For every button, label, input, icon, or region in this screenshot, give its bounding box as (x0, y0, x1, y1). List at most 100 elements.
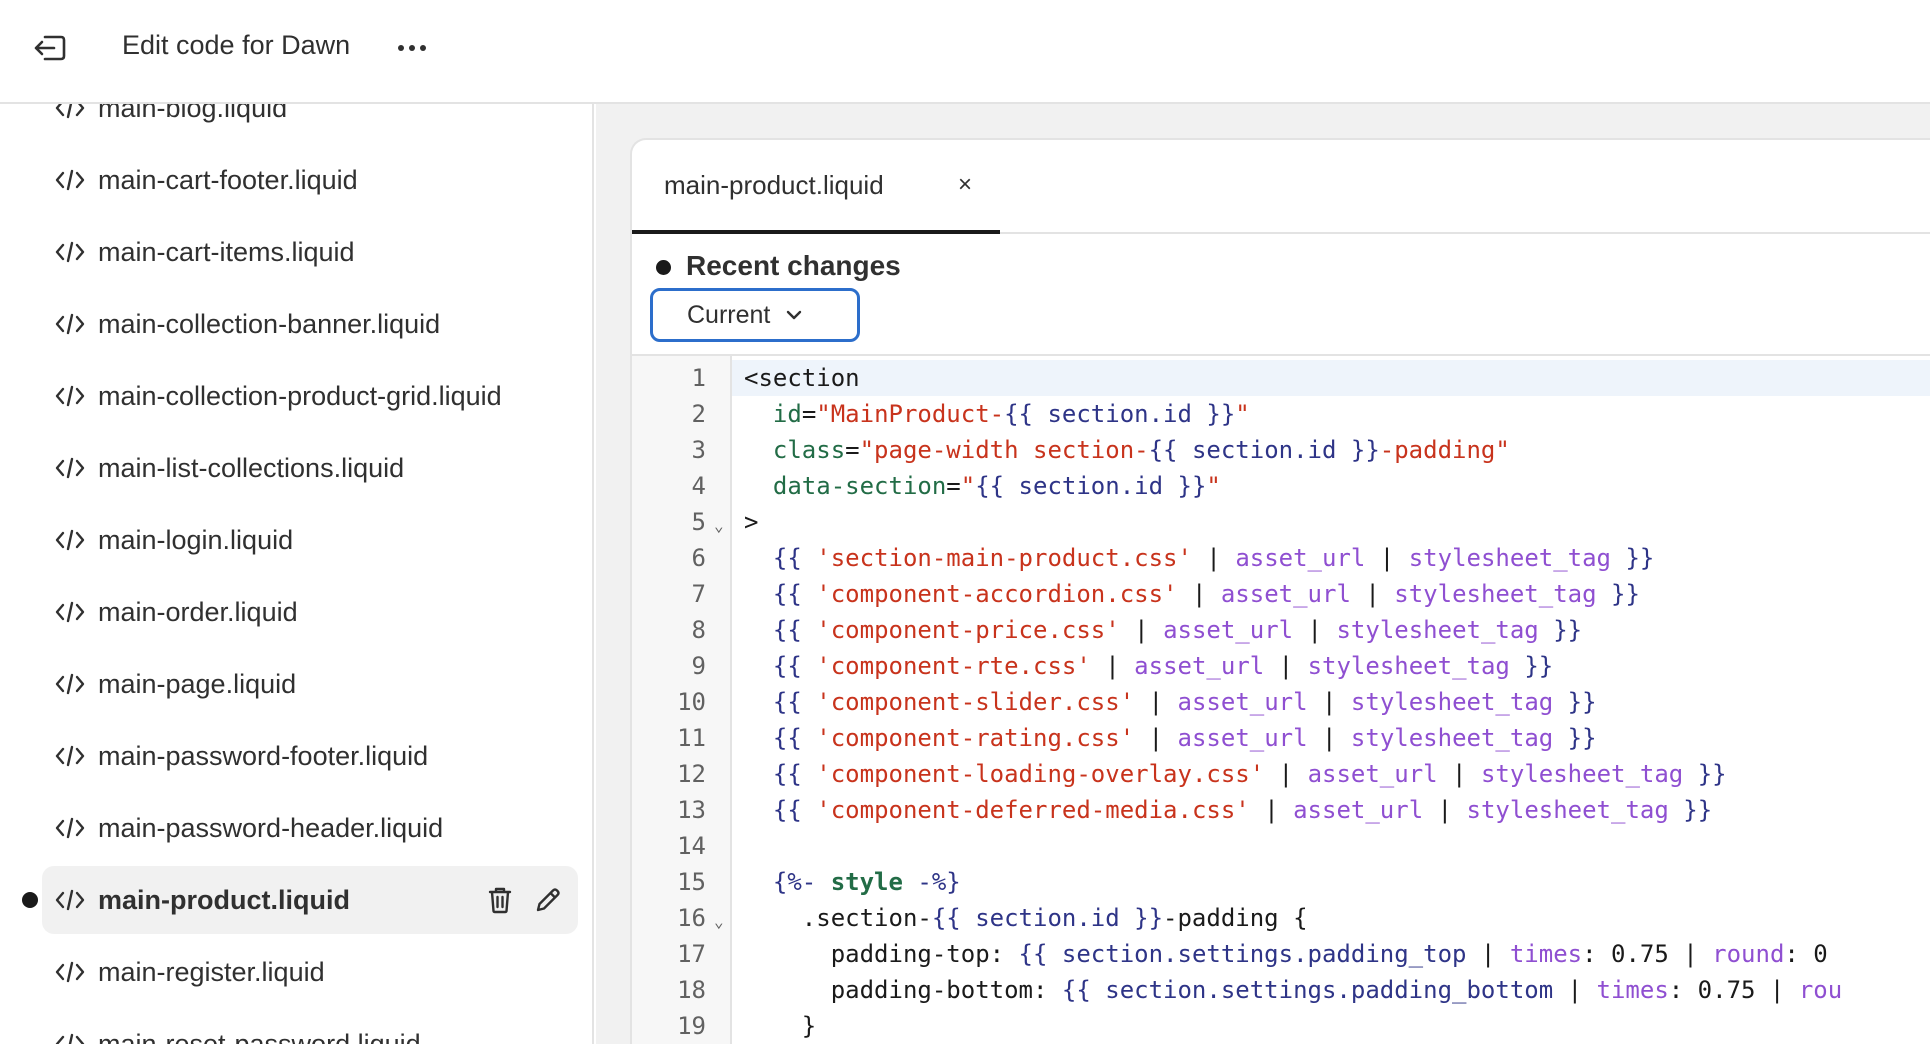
code-token: | (1423, 796, 1467, 824)
code-token: data-section (772, 472, 947, 500)
chevron-down-icon (787, 310, 802, 320)
line-number: 13 (677, 796, 706, 824)
code-line: id="MainProduct-{{ section.id }}" (744, 396, 1250, 432)
file-item[interactable]: main-collection-product-grid.liquid (42, 362, 578, 430)
file-item[interactable]: main-order.liquid (42, 578, 578, 646)
file-item-label: main-page.liquid (98, 668, 297, 699)
line-number: 14 (677, 832, 706, 860)
code-token: padding-bottom: (744, 976, 1062, 1004)
file-item[interactable]: main-login.liquid (42, 506, 578, 574)
file-item[interactable]: main-register.liquid (42, 938, 578, 1006)
more-actions-button[interactable] (390, 28, 434, 68)
file-item[interactable]: main-password-footer.liquid (42, 722, 578, 790)
file-item[interactable]: main-collection-banner.liquid (42, 290, 578, 358)
code-token: asset_url (1220, 580, 1351, 608)
file-item-label: main-login.liquid (98, 524, 294, 555)
unsaved-dot (656, 260, 671, 275)
code-line: {{ 'component-accordion.css' | asset_url… (744, 576, 1640, 612)
file-item[interactable]: main-password-header.liquid (42, 794, 578, 862)
code-line: {{ 'component-deferred-media.css' | asse… (744, 792, 1712, 828)
code-file-icon (55, 104, 85, 119)
code-token: stylesheet_tag (1350, 724, 1554, 752)
code-line: padding-top: {{ section.settings.padding… (744, 936, 1828, 972)
code-token: {{ (772, 616, 817, 644)
code-token: 'component-deferred-media.css' (816, 796, 1250, 824)
code-token: } (744, 1012, 817, 1040)
code-file-icon (55, 889, 85, 911)
tab-main-product[interactable]: main-product.liquid × (632, 140, 1000, 234)
code-token: 'component-loading-overlay.css' (816, 760, 1265, 788)
code-token: round (1712, 940, 1785, 968)
line-number: 8 (691, 616, 706, 644)
code-file-icon (55, 385, 85, 407)
file-item[interactable]: main-product.liquid (42, 866, 578, 934)
code-token: | (1134, 688, 1178, 716)
fold-chevron-icon[interactable]: ⌄ (714, 904, 724, 940)
code-token: | (1119, 616, 1164, 644)
file-item-label: main-reset-password.liquid (98, 1028, 421, 1044)
file-item-label: main-password-footer.liquid (98, 740, 429, 771)
code-token: " (1235, 400, 1250, 428)
file-item[interactable]: main-reset-password.liquid (42, 1010, 578, 1044)
file-item-label: main-product.liquid (98, 884, 350, 915)
code-token: -padding { (1163, 904, 1308, 932)
code-line: .section-{{ section.id }}-padding { (744, 900, 1308, 936)
code-token: " (1206, 472, 1221, 500)
editor-card: main-product.liquid × Recent changes Cur… (630, 138, 1930, 1044)
code-token: 'component-slider.css' (816, 688, 1135, 716)
code-token: stylesheet_tag (1336, 616, 1539, 644)
file-item[interactable]: main-blog.liquid (42, 104, 578, 142)
file-item-label: main-order.liquid (98, 596, 298, 627)
code-token: }} (1538, 616, 1583, 644)
close-tab-icon[interactable]: × (950, 170, 980, 200)
code-token: asset_url (1307, 760, 1438, 788)
code-token: | (1350, 580, 1395, 608)
line-number: 10 (677, 688, 706, 716)
code-line: {{ 'component-rating.css' | asset_url | … (744, 720, 1597, 756)
code-token: | (1264, 760, 1308, 788)
file-item[interactable]: main-list-collections.liquid (42, 434, 578, 502)
exit-button[interactable] (22, 22, 78, 74)
code-token: | (1466, 940, 1510, 968)
code-token: }} (1611, 544, 1655, 572)
code-line: data-section="{{ section.id }}" (744, 468, 1221, 504)
code-token: <section (744, 364, 860, 392)
code-token: "MainProduct- (816, 400, 1005, 428)
code-line: > (744, 504, 758, 540)
code-token: 'component-accordion.css' (816, 580, 1178, 608)
file-item[interactable]: main-cart-items.liquid (42, 218, 578, 286)
exit-icon (34, 35, 66, 61)
version-select[interactable]: Current (650, 288, 860, 342)
code-line: {{ 'component-loading-overlay.css' | ass… (744, 756, 1727, 792)
tab-label: main-product.liquid (664, 170, 884, 200)
code-token: -padding" (1379, 436, 1510, 464)
fold-chevron-icon[interactable]: ⌄ (714, 508, 724, 544)
code-file-icon (55, 961, 85, 983)
code-token: }} (1509, 652, 1554, 680)
line-number: 7 (691, 580, 706, 608)
delete-icon[interactable] (482, 882, 518, 918)
code-file-icon (55, 673, 85, 695)
file-item[interactable]: main-page.liquid (42, 650, 578, 718)
code-token: | (1191, 544, 1236, 572)
line-number: 11 (677, 724, 706, 752)
code-token: = (946, 472, 961, 500)
code-line: {{ 'component-price.css' | asset_url | s… (744, 612, 1582, 648)
code-token: {{ section.settings.padding_bottom (1061, 976, 1554, 1004)
code-editor[interactable]: 1 2 3 4 5 ⌄ 6 7 8 9 10 11 12 13 14 15 16 ⌄ 17 18 19 <section… (632, 354, 1930, 1044)
code-token: rou (1798, 976, 1843, 1004)
file-item-label: main-collection-product-grid.liquid (98, 380, 502, 411)
file-item[interactable]: main-cart-footer.liquid (42, 146, 578, 214)
code-line: padding-bottom: {{ section.settings.padd… (744, 972, 1843, 1008)
code-token: | (1264, 652, 1308, 680)
code-token: | (1307, 724, 1351, 752)
rename-icon[interactable] (530, 882, 566, 918)
code-token: {{ section.id }} (1004, 400, 1236, 428)
code-file-icon (55, 169, 85, 191)
